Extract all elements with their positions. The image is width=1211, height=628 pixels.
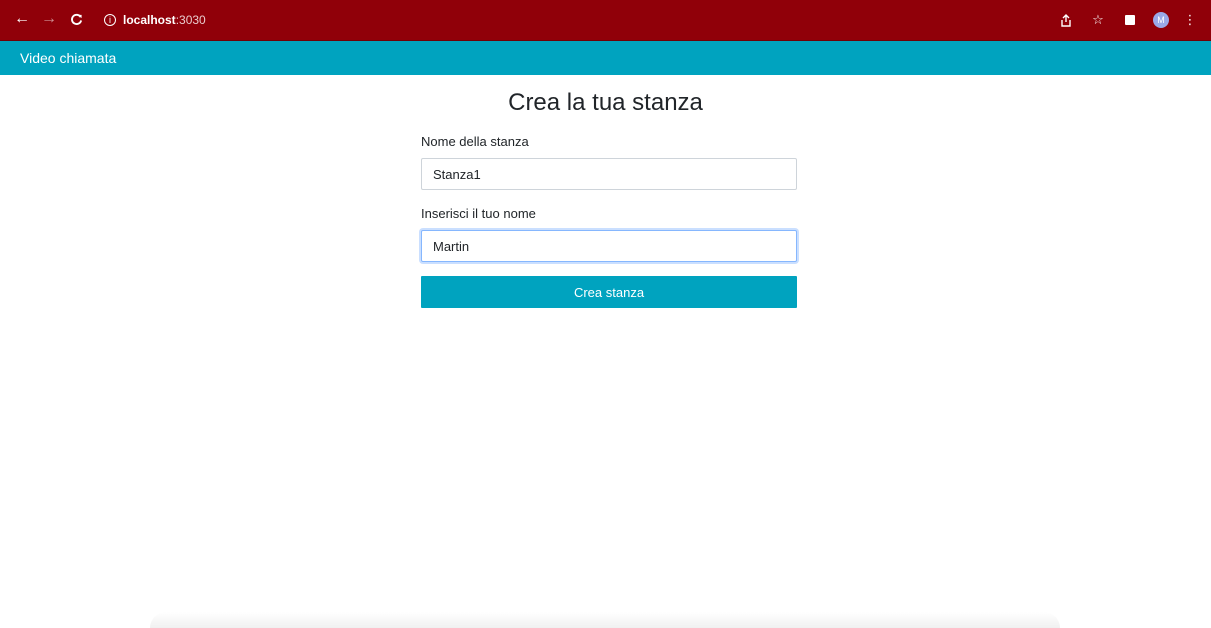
info-icon[interactable]: i [104,14,116,26]
bottom-shadow [150,612,1060,628]
star-icon[interactable]: ☆ [1087,9,1109,31]
menu-dots-icon[interactable]: ⋮ [1179,9,1201,31]
url-port: :3030 [175,13,206,27]
address-bar[interactable]: i localhost :3030 [104,11,206,29]
sidebar-icon-square [1125,15,1135,25]
url-host: localhost [123,13,176,27]
reload-icon[interactable] [65,8,87,30]
back-arrow-icon[interactable]: ← [11,8,33,30]
forward-arrow-icon[interactable]: → [38,8,60,30]
share-icon[interactable] [1055,9,1077,31]
sidebar-icon[interactable] [1119,9,1141,31]
room-name-label: Nome della stanza [421,134,529,149]
avatar[interactable]: M [1153,12,1169,28]
browser-toolbar: ← → i localhost :3030 ☆ M ⋮ [0,0,1211,41]
navbar-brand[interactable]: Video chiamata [20,50,116,66]
reload-icon-glyph [70,13,82,25]
browser-right-tools: ☆ M ⋮ [1045,8,1201,32]
room-name-input[interactable] [421,158,797,190]
user-name-label: Inserisci il tuo nome [421,206,536,221]
user-name-input[interactable] [421,230,797,262]
share-icon-glyph [1061,13,1071,27]
create-room-button[interactable]: Crea stanza [421,276,797,308]
page-title: Crea la tua stanza [508,89,703,116]
app-navbar: Video chiamata [0,41,1211,75]
